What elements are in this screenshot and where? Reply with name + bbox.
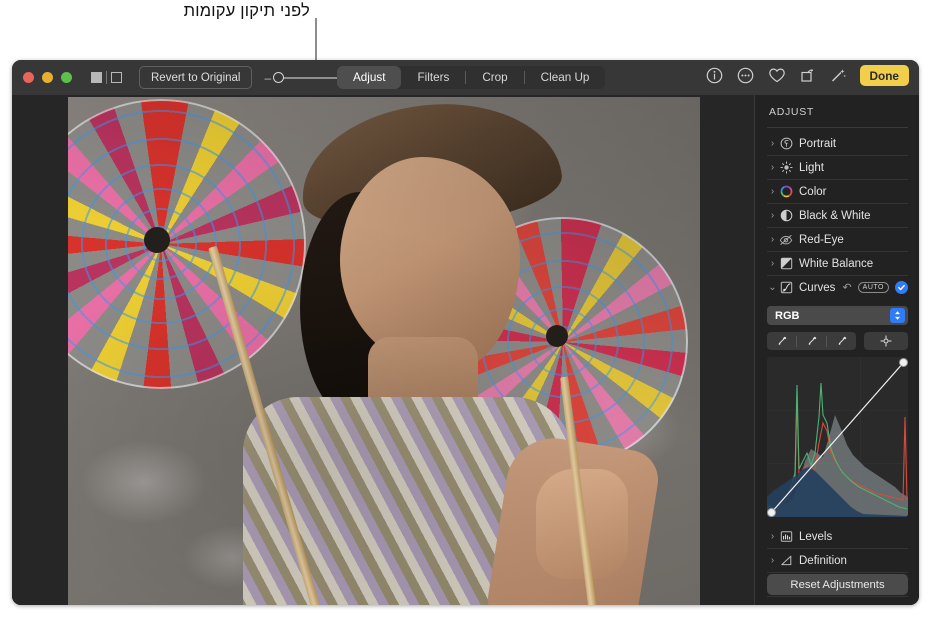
adjust-row-light[interactable]: › Light xyxy=(767,156,908,180)
tab-crop[interactable]: Crop xyxy=(466,66,523,89)
gray-point-eyedropper[interactable] xyxy=(797,332,826,350)
adjust-row-portrait[interactable]: › Portrait xyxy=(767,132,908,156)
undo-arrow-icon[interactable]: ↶ xyxy=(842,281,851,294)
chevron-right-icon[interactable]: › xyxy=(767,258,778,269)
auto-button[interactable]: AUTO xyxy=(857,282,889,293)
adjust-row-color[interactable]: › Color xyxy=(767,180,908,204)
target-point-icon[interactable] xyxy=(864,332,908,350)
chevron-right-icon[interactable]: › xyxy=(767,555,778,566)
curves-channel-value: RGB xyxy=(775,309,800,322)
edited-photo[interactable] xyxy=(68,97,700,605)
adjust-row-levels[interactable]: › Levels xyxy=(767,525,908,549)
chevron-right-icon[interactable]: › xyxy=(767,162,778,173)
compare-outline-icon xyxy=(111,72,122,83)
reset-adjustments-button[interactable]: Reset Adjustments xyxy=(767,574,908,595)
curves-controls: RGB xyxy=(767,306,908,517)
curves-tools xyxy=(767,332,908,350)
half-circle-icon xyxy=(778,208,794,224)
adjust-label: Definition xyxy=(799,554,847,567)
adjust-row-black-and-white[interactable]: › Black & White xyxy=(767,204,908,228)
panel-divider xyxy=(767,127,908,128)
chevron-right-icon[interactable]: › xyxy=(767,138,778,149)
adjust-label: Red-Eye xyxy=(799,233,844,246)
photo-shading xyxy=(68,97,700,605)
toolbar: Revert to Original – + Adjust Filters Cr… xyxy=(12,60,919,95)
adjust-row-definition[interactable]: › Definition xyxy=(767,549,908,573)
compare-divider xyxy=(106,71,107,84)
callout-label: לפני תיקון עקומות xyxy=(183,2,310,20)
sun-icon xyxy=(778,160,794,176)
close-button[interactable] xyxy=(23,72,34,83)
eyedropper-group xyxy=(767,332,856,350)
adjust-panel: ADJUST › Portrait › Light › Color › Blac… xyxy=(754,95,919,605)
compare-toggle[interactable] xyxy=(91,71,122,84)
chevron-right-icon[interactable]: › xyxy=(767,186,778,197)
tab-adjust[interactable]: Adjust xyxy=(337,66,402,89)
adjust-label: White Balance xyxy=(799,257,874,270)
zoom-button[interactable] xyxy=(61,72,72,83)
adjust-label: Color xyxy=(799,185,827,198)
curves-enabled-toggle[interactable] xyxy=(895,281,908,294)
adjust-label: Black & White xyxy=(799,209,871,222)
photo-canvas xyxy=(12,95,754,605)
revert-to-original-button[interactable]: Revert to Original xyxy=(139,66,253,89)
magic-wand-icon[interactable] xyxy=(829,66,849,86)
info-icon[interactable] xyxy=(705,66,725,86)
panel-title: ADJUST xyxy=(769,106,815,118)
toolbar-actions: Done xyxy=(705,65,909,86)
curves-icon xyxy=(778,280,794,296)
levels-icon xyxy=(778,529,794,545)
definition-icon xyxy=(778,553,794,569)
white-balance-icon xyxy=(778,256,794,272)
tab-clean-up[interactable]: Clean Up xyxy=(525,66,606,89)
adjust-label: Curves xyxy=(799,281,836,294)
zoom-out-label[interactable]: – xyxy=(264,72,271,84)
color-wheel-icon xyxy=(778,184,794,200)
adjust-label: Portrait xyxy=(799,137,837,150)
curves-graph[interactable] xyxy=(767,357,908,517)
compare-filled-icon xyxy=(91,72,102,83)
adjust-row-white-balance[interactable]: › White Balance xyxy=(767,252,908,276)
adjust-row-curves[interactable]: ⌄ Curves ↶ AUTO xyxy=(767,276,908,299)
curve-point-black xyxy=(767,508,776,517)
photos-editor-window: Revert to Original – + Adjust Filters Cr… xyxy=(12,60,919,605)
favorite-heart-icon[interactable] xyxy=(767,66,787,86)
window-controls xyxy=(23,72,72,83)
chevron-down-icon[interactable]: ⌄ xyxy=(767,282,778,293)
histogram-plot xyxy=(767,361,908,517)
curves-channel-select[interactable]: RGB xyxy=(767,306,908,325)
minimize-button[interactable] xyxy=(42,72,53,83)
curve-point-white xyxy=(899,358,908,367)
chevron-right-icon[interactable]: › xyxy=(767,234,778,245)
zoom-slider-track[interactable] xyxy=(273,71,341,83)
tab-filters[interactable]: Filters xyxy=(401,66,465,89)
mode-tabs: Adjust Filters Crop Clean Up xyxy=(337,66,606,89)
done-button[interactable]: Done xyxy=(859,65,909,86)
chevron-right-icon[interactable]: › xyxy=(767,210,778,221)
zoom-slider-knob[interactable] xyxy=(273,71,285,83)
portrait-aperture-icon xyxy=(778,136,794,152)
chevron-up-down-icon[interactable] xyxy=(890,308,905,323)
adjust-label: Light xyxy=(799,161,824,174)
crossed-eye-icon xyxy=(778,232,794,248)
adjust-label: Levels xyxy=(799,530,833,543)
more-options-icon[interactable] xyxy=(736,66,756,86)
adjust-row-red-eye[interactable]: › Red-Eye xyxy=(767,228,908,252)
white-point-eyedropper[interactable] xyxy=(827,332,856,350)
chevron-right-icon[interactable]: › xyxy=(767,531,778,542)
rotate-icon[interactable] xyxy=(798,66,818,86)
black-point-eyedropper[interactable] xyxy=(767,332,796,350)
